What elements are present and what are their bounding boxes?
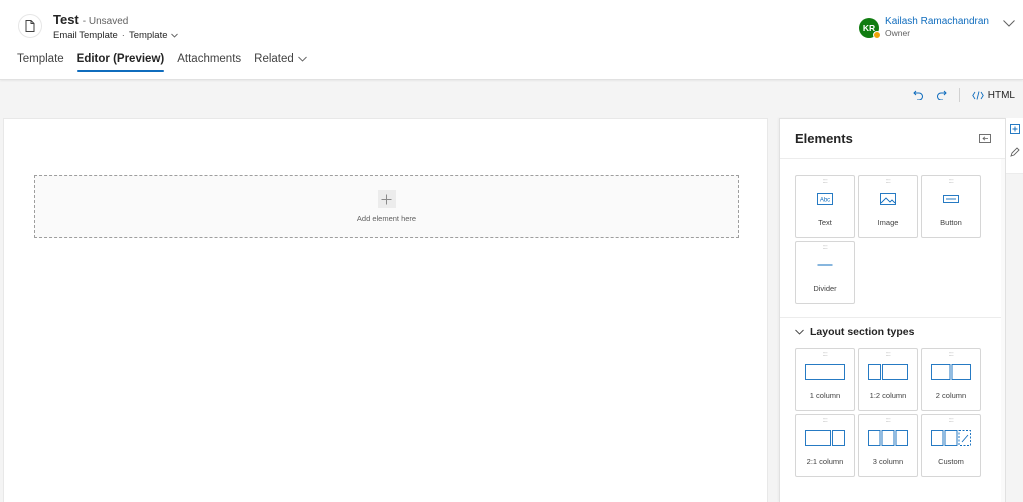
record-subtitle: Email Template · Template — [53, 30, 178, 41]
tab-label: Attachments — [177, 53, 242, 65]
drag-handle[interactable]: :::: — [823, 245, 828, 253]
one-column-icon — [805, 364, 845, 380]
redo-button[interactable] — [936, 90, 947, 100]
drag-handle[interactable]: :::: — [886, 179, 891, 187]
tab-label: Editor (Preview) — [76, 53, 165, 65]
owner-name-link[interactable]: Kailash Ramachandran — [885, 16, 989, 27]
element-label: Text — [818, 218, 832, 227]
save-status: - Unsaved — [82, 16, 129, 27]
drag-handle[interactable]: :::: — [949, 418, 954, 426]
tab-template[interactable]: Template — [17, 53, 64, 71]
panel-scrollbar[interactable] — [1001, 159, 1005, 502]
redo-icon — [936, 90, 947, 100]
owner-text: Kailash Ramachandran Owner — [885, 16, 989, 38]
layout-label: 2 column — [935, 391, 967, 400]
avatar[interactable]: KR — [859, 18, 882, 39]
document-icon — [18, 14, 42, 38]
text-icon: Abc — [817, 191, 833, 207]
collapse-panel-icon[interactable] — [979, 134, 991, 143]
layout-1-2-column[interactable]: :::: 1:2 column — [858, 348, 918, 411]
chevron-down-icon — [297, 56, 307, 62]
layout-label: 2:1 column — [806, 457, 844, 466]
drop-zone-label: Add element here — [356, 214, 417, 223]
editor-toolbar: HTML — [0, 84, 1023, 106]
svg-text:Abc: Abc — [820, 198, 830, 204]
drop-zone[interactable]: Add element here — [34, 175, 739, 238]
button-icon — [943, 191, 959, 207]
tab-editor-preview[interactable]: Editor (Preview) — [76, 53, 165, 72]
record-title: Test — [53, 12, 79, 27]
two-one-column-icon — [805, 430, 845, 446]
element-label: Divider — [813, 284, 837, 293]
chevron-down-icon[interactable] — [1003, 20, 1015, 27]
layout-section-toggle[interactable]: Layout section types — [780, 318, 1005, 338]
code-icon — [972, 90, 984, 100]
layout-3-column[interactable]: :::: 3 column — [858, 414, 918, 477]
tab-related[interactable]: Related — [254, 53, 307, 71]
tab-label: Template — [17, 53, 64, 65]
plus-icon — [381, 194, 392, 204]
html-view-button[interactable]: HTML — [972, 90, 1015, 101]
three-column-icon — [868, 430, 908, 446]
element-button[interactable]: :::: Button — [921, 175, 981, 238]
layout-grid: :::: 1 column :::: 1:2 column :::: 2 col… — [780, 338, 1005, 477]
brush-icon[interactable] — [1009, 147, 1020, 157]
layout-2-1-column[interactable]: :::: 2:1 column — [795, 414, 855, 477]
presence-badge — [873, 31, 882, 39]
toolbar-divider — [958, 88, 960, 102]
record-title-row: Test - Unsaved — [53, 12, 128, 27]
drag-handle[interactable]: :::: — [886, 418, 891, 426]
element-text[interactable]: :::: Abc Text — [795, 175, 855, 238]
tab-label: Related — [254, 53, 294, 65]
form-selector-label: Template — [128, 30, 168, 41]
one-two-column-icon — [868, 364, 908, 380]
drag-handle[interactable]: :::: — [823, 179, 828, 187]
layout-label: 3 column — [872, 457, 904, 466]
form-tabs: Template Editor (Preview) Attachments Re… — [17, 53, 307, 72]
owner-role: Owner — [885, 28, 911, 38]
drag-handle[interactable]: :::: — [823, 418, 828, 426]
html-label: HTML — [987, 89, 1015, 101]
chevron-down-icon — [170, 33, 178, 38]
design-canvas: Add element here — [3, 118, 768, 502]
drag-handle[interactable]: :::: — [886, 352, 891, 360]
panel-header: Elements — [780, 119, 1005, 159]
entity-name: Email Template — [53, 30, 118, 41]
element-image[interactable]: :::: Image — [858, 175, 918, 238]
elements-panel: Elements :::: Abc Text :::: Image :::: B… — [779, 118, 1006, 502]
layout-label: 1:2 column — [869, 391, 907, 400]
element-label: Image — [877, 218, 899, 227]
layout-1-column[interactable]: :::: 1 column — [795, 348, 855, 411]
form-header: Test - Unsaved Email Template · Template… — [0, 0, 1023, 80]
tab-attachments[interactable]: Attachments — [177, 53, 241, 71]
form-selector[interactable]: Template — [129, 30, 178, 41]
element-divider[interactable]: :::: Divider — [795, 241, 855, 304]
chevron-down-icon — [795, 329, 804, 335]
image-icon — [880, 191, 896, 207]
layout-label: 1 column — [809, 391, 841, 400]
divider-icon — [817, 257, 833, 273]
add-element-button[interactable] — [377, 190, 396, 208]
undo-button[interactable] — [913, 90, 924, 100]
drag-handle[interactable]: :::: — [949, 179, 954, 187]
layout-2-column[interactable]: :::: 2 column — [921, 348, 981, 411]
elements-grid: :::: Abc Text :::: Image :::: Button :::… — [780, 159, 1005, 304]
element-label: Button — [940, 218, 962, 227]
add-content-icon[interactable] — [1009, 124, 1020, 134]
two-column-icon — [931, 364, 971, 380]
drag-handle[interactable]: :::: — [823, 352, 828, 360]
undo-icon — [913, 90, 923, 100]
layout-custom[interactable]: :::: Custom — [921, 414, 981, 477]
layout-section-title: Layout section types — [810, 326, 915, 338]
layout-label: Custom — [938, 457, 964, 466]
side-rail — [1006, 118, 1023, 174]
subtitle-separator: · — [121, 30, 125, 41]
owner-info: KR Kailash Ramachandran Owner — [859, 16, 1015, 39]
panel-title: Elements — [795, 131, 853, 146]
drag-handle[interactable]: :::: — [949, 352, 954, 360]
custom-layout-icon — [931, 430, 971, 446]
